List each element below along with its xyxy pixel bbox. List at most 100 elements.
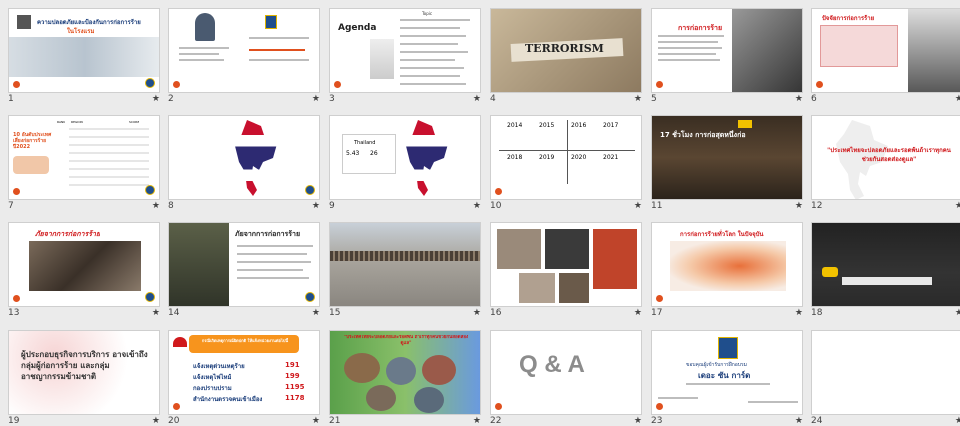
company-logo [656, 81, 663, 88]
org-logo [145, 292, 155, 302]
star-icon[interactable]: ★ [473, 416, 481, 426]
org-logo [265, 15, 277, 29]
slide-title: การก่อการร้าย [678, 24, 723, 32]
slide-number: 1 [8, 94, 14, 104]
text-box [820, 25, 898, 67]
slide-preview[interactable]: Agenda Topic [329, 8, 481, 93]
star-icon[interactable]: ★ [795, 308, 803, 318]
decor-image [370, 39, 394, 79]
portrait-photo [195, 13, 215, 41]
text-line [179, 47, 229, 49]
text-line [237, 245, 313, 247]
photo-collage [29, 241, 141, 291]
portrait-photo [519, 273, 555, 303]
org-logo [718, 337, 738, 359]
slide-preview[interactable]: ผู้ประกอบธุรกิจการบริการ อาจเข้าถึงกลุ่ม… [8, 330, 160, 415]
slide-preview[interactable]: "ประเทศไทยจะปลอดภัยและรอดพ้นถ้าเราทุกคนช… [811, 115, 960, 200]
thailand-map-icon [235, 120, 277, 196]
slide-number: 15 [329, 308, 341, 318]
star-icon[interactable]: ★ [955, 94, 960, 104]
text-line [249, 49, 305, 51]
star-icon[interactable]: ★ [634, 201, 642, 211]
star-icon[interactable]: ★ [312, 201, 320, 211]
star-icon[interactable]: ★ [312, 416, 320, 426]
star-icon[interactable]: ★ [634, 308, 642, 318]
col-region: REGION [71, 120, 83, 124]
slide-number: 3 [329, 94, 335, 104]
photo [732, 9, 802, 92]
company-logo [656, 403, 663, 410]
text-line [658, 35, 724, 37]
text-line [658, 41, 718, 43]
star-icon[interactable]: ★ [634, 94, 642, 104]
phone-number: 1195 [285, 383, 305, 391]
star-icon[interactable]: ★ [152, 308, 160, 318]
star-icon[interactable]: ★ [152, 416, 160, 426]
slide-preview[interactable]: การก่อการร้าย [651, 8, 803, 93]
photo-circle [344, 353, 380, 383]
slide-title: ปัจจัยการก่อการร้าย [822, 15, 875, 22]
star-icon[interactable]: ★ [152, 94, 160, 104]
year-label: 2018 [507, 154, 523, 161]
text-line [179, 59, 224, 61]
slide-preview[interactable] [811, 222, 960, 307]
star-icon[interactable]: ★ [795, 94, 803, 104]
star-icon[interactable]: ★ [312, 94, 320, 104]
contact-label: สำนักงานตรวจคนเข้าเมือง [193, 396, 263, 403]
slide-preview[interactable]: TERRORISM [490, 8, 642, 93]
slide-number: 22 [490, 416, 502, 426]
slide-preview[interactable]: ภัยจากการก่อการร้าย [8, 222, 160, 307]
star-icon[interactable]: ★ [795, 201, 803, 211]
star-icon[interactable]: ★ [473, 94, 481, 104]
table-row [69, 176, 149, 178]
portrait-photo [497, 229, 541, 269]
divider [567, 120, 568, 184]
slide-preview[interactable] [811, 330, 960, 415]
slide-preview[interactable] [329, 222, 481, 307]
slide-preview[interactable]: 17 ชั่วโมง การก่อสุดหนึ่งก่อ [651, 115, 803, 200]
year-label: 2021 [603, 154, 619, 161]
star-icon[interactable]: ★ [955, 308, 960, 318]
slide-preview[interactable]: 2014 2015 2016 2017 2018 2019 2020 2021 [490, 115, 642, 200]
slide-preview[interactable]: ปัจจัยการก่อการร้าย [811, 8, 960, 93]
slide-title: TERRORISM [525, 42, 604, 55]
company-logo [13, 188, 20, 195]
slide-number: 24 [811, 416, 823, 426]
star-icon[interactable]: ★ [473, 308, 481, 318]
slide-preview[interactable]: กรณีเกิดเหตุการณ์ผิดปกติ ให้แจ้งหน่วยงาน… [168, 330, 320, 415]
text-line [179, 53, 219, 55]
slide-preview[interactable]: Q & A [490, 330, 642, 415]
year-label: 2019 [539, 154, 555, 161]
phone-number: 1178 [285, 394, 305, 402]
slide-preview[interactable]: ความปลอดภัยและป้องกันการก่อการร้าย ในโรง… [8, 8, 160, 93]
slide-preview[interactable] [490, 222, 642, 307]
table-header: Topic [422, 11, 433, 16]
star-icon[interactable]: ★ [955, 416, 960, 426]
col-rank: RANK [57, 120, 66, 124]
star-icon[interactable]: ★ [795, 416, 803, 426]
text-line [658, 47, 722, 49]
star-icon[interactable]: ★ [955, 201, 960, 211]
star-icon[interactable]: ★ [634, 416, 642, 426]
slide-preview[interactable]: ขอบคุณผู้เข้ารับการฝึกอบรม เดอะ ซัน การ์… [651, 330, 803, 415]
company-logo [495, 403, 502, 410]
star-icon[interactable]: ★ [312, 308, 320, 318]
text-line [237, 269, 303, 271]
star-icon[interactable]: ★ [473, 201, 481, 211]
slide-preview[interactable] [168, 115, 320, 200]
slide-preview[interactable]: 10 อันดับประเทศ เสี่ยงก่อการร้าย ปี2022 … [8, 115, 160, 200]
slide-preview[interactable]: "ประเทศไทยจะปลอดภัยและรอดพ้น ถ้าเราทุกคน… [329, 330, 481, 415]
text-line [249, 59, 309, 61]
slide-preview[interactable]: Thailand 5.43 26 [329, 115, 481, 200]
org-logo [145, 78, 155, 88]
slide-preview[interactable]: การก่อการร้ายทั่วโลก ในปัจจุบัน [651, 222, 803, 307]
star-icon[interactable]: ★ [152, 201, 160, 211]
siren-icon [173, 337, 187, 347]
slide-preview[interactable]: ภัยจากการก่อการร้าย [168, 222, 320, 307]
year-label: 2016 [571, 122, 587, 129]
slide-preview[interactable] [168, 8, 320, 93]
table-row [69, 160, 149, 162]
org-logo [145, 185, 155, 195]
slide-number: 7 [8, 201, 14, 211]
portrait-photo [545, 229, 589, 269]
